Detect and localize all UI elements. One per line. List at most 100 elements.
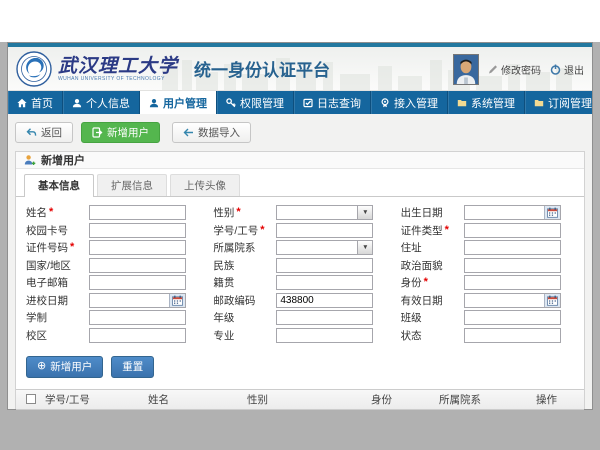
header-user-area: 修改密码 退出 xyxy=(453,47,584,91)
data-import-button[interactable]: 数据导入 xyxy=(172,122,251,143)
form-actions: ⊕ 新增用户 重置 xyxy=(16,347,584,389)
nav-item[interactable]: 权限管理 xyxy=(217,91,294,114)
main-nav: 首页 个人信息 用户管理 权限管理 日志查询 xyxy=(8,91,592,114)
field-label: 证件类型* xyxy=(401,223,464,238)
logout-link[interactable]: 退出 xyxy=(550,62,584,77)
field-label: 班级 xyxy=(401,310,464,325)
text-input[interactable] xyxy=(465,241,560,254)
calendar-icon[interactable] xyxy=(544,206,560,219)
field-input-wrap: ▼ xyxy=(464,328,561,343)
form-field: 国家/地区 ▼ xyxy=(26,258,199,273)
text-input[interactable] xyxy=(277,311,372,324)
form-field: 状态 ▼ xyxy=(401,328,574,343)
form-field: 学号/工号* ▼ xyxy=(213,223,386,238)
nav-item[interactable]: 订阅管理 xyxy=(525,91,600,114)
tab[interactable]: 基本信息 xyxy=(24,174,94,197)
text-input[interactable] xyxy=(90,259,185,272)
add-user-toolbar-button[interactable]: 新增用户 xyxy=(81,122,160,143)
nav-item-icon xyxy=(457,98,467,108)
text-input[interactable] xyxy=(90,206,185,219)
field-label: 年级 xyxy=(213,310,276,325)
text-input[interactable] xyxy=(277,206,357,219)
nav-item-label: 订阅管理 xyxy=(548,95,592,111)
data-import-label: 数据导入 xyxy=(198,125,240,140)
form-field: 进校日期 ▼ xyxy=(26,293,199,308)
reset-button[interactable]: 重置 xyxy=(111,356,154,378)
form-field: 校园卡号 ▼ xyxy=(26,223,199,238)
nav-item[interactable]: 接入管理 xyxy=(371,91,448,114)
nav-item[interactable]: 系统管理 xyxy=(448,91,525,114)
field-label: 身份* xyxy=(401,275,464,290)
text-input[interactable] xyxy=(465,276,560,289)
brand-group: 武汉理工大学 WUHAN UNIVERSITY OF TECHNOLOGY 统一… xyxy=(16,51,330,87)
calendar-icon[interactable] xyxy=(544,294,560,307)
change-password-link[interactable]: 修改密码 xyxy=(488,62,541,77)
field-label: 校园卡号 xyxy=(26,223,89,238)
text-input[interactable] xyxy=(90,294,169,307)
nav-item[interactable]: 用户管理 xyxy=(140,91,217,114)
nav-item-icon xyxy=(17,98,27,108)
nav-item[interactable]: 首页 xyxy=(8,91,63,114)
new-user-panel: 新增用户 基本信息 扩展信息 上传头像 姓名* xyxy=(15,151,585,409)
text-input[interactable] xyxy=(465,206,544,219)
field-input-wrap: ▼ xyxy=(89,205,186,220)
text-input[interactable] xyxy=(90,224,185,237)
text-input[interactable] xyxy=(277,276,372,289)
text-input[interactable] xyxy=(90,241,185,254)
power-icon xyxy=(550,64,561,75)
results-table-header: 学号/工号 姓名 性别 身份 所属院系 操作 xyxy=(16,389,584,410)
text-input[interactable] xyxy=(465,329,560,342)
nav-item[interactable]: 个人信息 xyxy=(63,91,140,114)
text-input[interactable] xyxy=(277,294,372,307)
tab-label: 上传头像 xyxy=(184,180,226,192)
plus-circle-icon: ⊕ xyxy=(37,361,46,372)
chevron-down-icon[interactable]: ▼ xyxy=(357,241,372,254)
form-field: 出生日期 ▼ xyxy=(401,205,574,220)
tab[interactable]: 上传头像 xyxy=(170,174,240,196)
back-button[interactable]: 返回 xyxy=(15,122,73,143)
text-input[interactable] xyxy=(90,311,185,324)
field-input-wrap: ▼ xyxy=(464,223,561,238)
chevron-down-icon[interactable]: ▼ xyxy=(357,206,372,219)
nav-item-label: 日志查询 xyxy=(317,95,361,111)
pencil-icon xyxy=(488,64,498,74)
tab-label: 基本信息 xyxy=(38,180,80,192)
form-field: 所属院系 ▼ xyxy=(213,240,386,255)
column-header: 性别 xyxy=(247,392,371,407)
field-input-wrap: ▼ xyxy=(89,328,186,343)
column-header: 身份 xyxy=(371,392,439,407)
field-input-wrap: ▼ xyxy=(464,293,561,308)
tab[interactable]: 扩展信息 xyxy=(97,174,167,196)
required-asterisk: * xyxy=(445,225,449,236)
field-label: 证件号码* xyxy=(26,240,89,255)
text-input[interactable] xyxy=(90,276,185,289)
field-input-wrap: ▼ xyxy=(276,310,373,325)
text-input[interactable] xyxy=(465,259,560,272)
text-input[interactable] xyxy=(465,224,560,237)
text-input[interactable] xyxy=(277,241,357,254)
field-label: 状态 xyxy=(401,328,464,343)
field-label: 电子邮箱 xyxy=(26,275,89,290)
form-field: 班级 ▼ xyxy=(401,310,574,325)
text-input[interactable] xyxy=(277,224,372,237)
text-input[interactable] xyxy=(277,259,372,272)
nav-item-label: 首页 xyxy=(31,95,53,111)
column-header: 操作 xyxy=(536,392,584,407)
submit-add-user-button[interactable]: ⊕ 新增用户 xyxy=(26,356,103,378)
text-input[interactable] xyxy=(465,294,544,307)
add-user-toolbar-label: 新增用户 xyxy=(107,125,149,140)
form-field: 证件类型* ▼ xyxy=(401,223,574,238)
text-input[interactable] xyxy=(465,311,560,324)
text-input[interactable] xyxy=(90,329,185,342)
nav-item-icon xyxy=(380,98,390,108)
university-logo-icon xyxy=(16,51,52,87)
nav-item[interactable]: 日志查询 xyxy=(294,91,371,114)
field-label: 学号/工号* xyxy=(213,223,276,238)
basic-info-form: 姓名* ▼ xyxy=(16,197,584,347)
select-all-checkbox[interactable] xyxy=(26,394,36,404)
text-input[interactable] xyxy=(277,329,372,342)
calendar-icon[interactable] xyxy=(169,294,185,307)
change-password-label: 修改密码 xyxy=(501,62,541,77)
field-label: 专业 xyxy=(213,328,276,343)
field-input-wrap: ▼ xyxy=(464,205,561,220)
